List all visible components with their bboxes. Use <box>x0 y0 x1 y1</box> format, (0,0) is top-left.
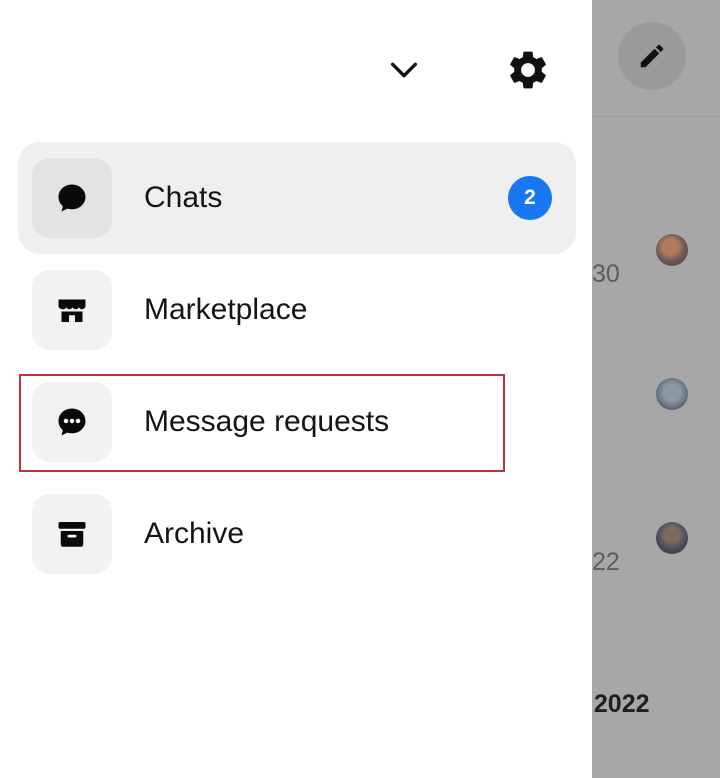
menu-item-label: Chats <box>144 181 223 214</box>
unread-count-badge: 2 <box>508 176 552 220</box>
storefront-icon <box>58 299 86 322</box>
chevron-down-icon <box>390 62 418 78</box>
menu-icon-container <box>32 494 112 574</box>
navigation-drawer: Chats 2 Marketplace Message requests Arc… <box>0 0 592 778</box>
menu-icon-container <box>32 382 112 462</box>
archive-box-icon <box>58 522 86 547</box>
compose-button[interactable] <box>618 22 686 90</box>
gear-icon <box>510 51 546 89</box>
divider <box>592 116 720 117</box>
avatar <box>656 234 688 266</box>
menu-icon-container <box>32 158 112 238</box>
chat-bubble-icon <box>58 184 86 212</box>
pencil-icon <box>640 44 664 68</box>
menu-item-label: Marketplace <box>144 293 308 326</box>
chat-timestamp: 30 <box>592 260 620 288</box>
menu-item-message-requests[interactable]: Message requests <box>18 366 576 478</box>
menu-item-label: Archive <box>144 517 245 550</box>
avatar <box>656 522 688 554</box>
menu-item-marketplace[interactable]: Marketplace <box>18 254 576 366</box>
message-request-icon <box>58 408 86 436</box>
menu-item-archive[interactable]: Archive <box>18 478 576 590</box>
account-dropdown-button[interactable] <box>382 48 426 92</box>
chat-timestamp: 22 <box>592 548 620 576</box>
menu-icon-container <box>32 270 112 350</box>
settings-button[interactable] <box>502 44 554 96</box>
menu-item-chats[interactable]: Chats 2 <box>18 142 576 254</box>
menu-item-label: Message requests <box>144 405 390 438</box>
avatar <box>656 378 688 410</box>
